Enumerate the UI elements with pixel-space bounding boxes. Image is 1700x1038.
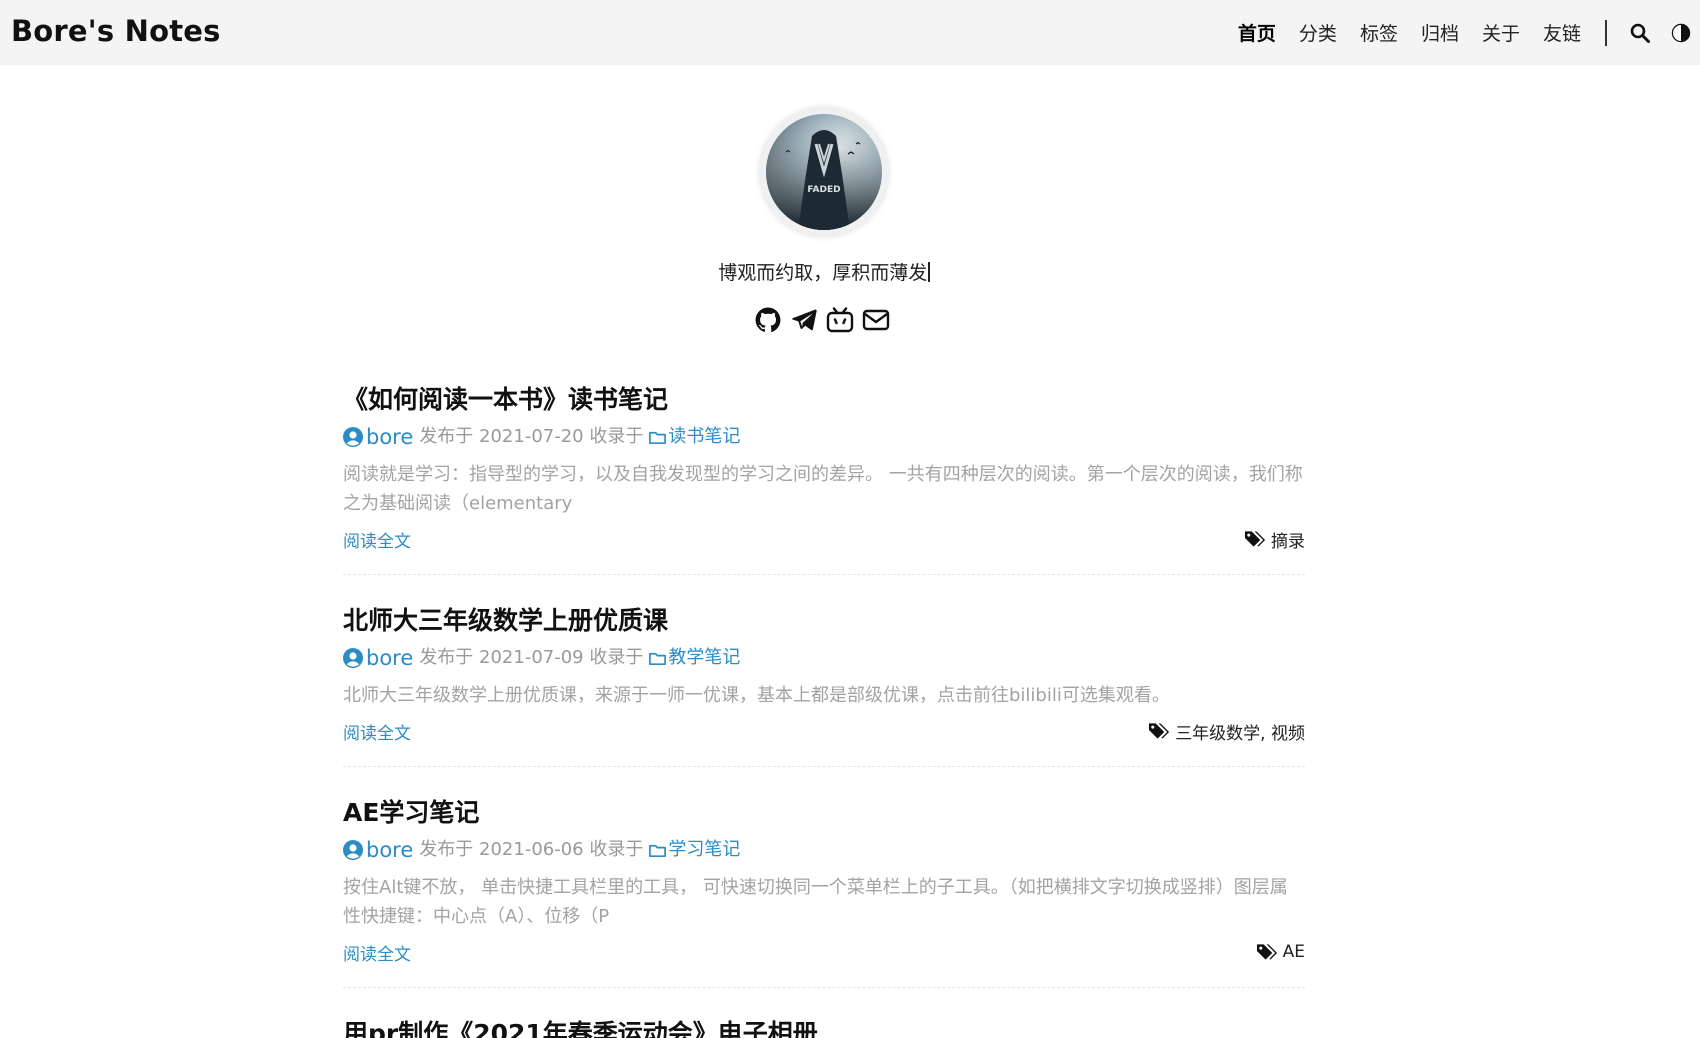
post-title[interactable]: 用pr制作《2021年春季运动会》电子相册 bbox=[343, 1016, 1305, 1038]
post-title[interactable]: 北师大三年级数学上册优质课 bbox=[343, 603, 1305, 639]
avatar-image: FADED bbox=[766, 114, 882, 230]
email-icon[interactable] bbox=[862, 306, 890, 334]
post-summary: 阅读就是学习：指导型的学习，以及自我发现型的学习之间的差异。 一共有四种层次的阅… bbox=[343, 464, 1303, 514]
post-summary: 按住Alt键不放， 单击快捷工具栏里的工具， 可快速切换同一个菜单栏上的子工具。… bbox=[343, 877, 1288, 927]
nav-home[interactable]: 首页 bbox=[1238, 19, 1276, 46]
social-links bbox=[754, 306, 890, 334]
post-author[interactable]: bore bbox=[366, 837, 413, 863]
user-circle-icon bbox=[343, 840, 363, 860]
read-more-link[interactable]: 阅读全文 bbox=[343, 940, 411, 965]
motto: 博观而约取，厚积而薄发 bbox=[0, 258, 1648, 285]
nav-categories[interactable]: 分类 bbox=[1299, 19, 1337, 46]
tags-icon bbox=[1148, 721, 1171, 741]
theme-toggle-icon[interactable] bbox=[1670, 22, 1692, 44]
post-tag[interactable]: 摘录 bbox=[1271, 527, 1305, 552]
nav-friend-links[interactable]: 友链 bbox=[1543, 19, 1581, 46]
post-date: 2021-06-06 bbox=[479, 839, 584, 860]
post-date: 2021-07-09 bbox=[479, 647, 584, 668]
post-title[interactable]: AE学习笔记 bbox=[343, 795, 1305, 831]
post-author[interactable]: bore bbox=[366, 424, 413, 450]
tags-icon bbox=[1256, 942, 1279, 962]
nav-divider bbox=[1605, 19, 1607, 46]
post-tag[interactable]: 三年级数学, 视频 bbox=[1175, 719, 1305, 744]
folder-icon bbox=[648, 649, 667, 668]
main-nav: 首页 分类 标签 归档 关于 友链 bbox=[1238, 0, 1700, 65]
bilibili-icon[interactable] bbox=[826, 306, 854, 334]
category-label: 收录于 bbox=[589, 426, 644, 447]
post-meta: bore 发布于 2021-07-20 收录于 读书笔记 bbox=[343, 424, 1305, 450]
post-meta: bore 发布于 2021-07-09 收录于 教学笔记 bbox=[343, 645, 1305, 671]
post-date: 2021-07-20 bbox=[479, 426, 584, 447]
nav-about[interactable]: 关于 bbox=[1482, 19, 1520, 46]
user-circle-icon bbox=[343, 427, 363, 447]
post-category[interactable]: 教学笔记 bbox=[668, 645, 740, 671]
published-label: 发布于 bbox=[419, 647, 474, 668]
post-card: AE学习笔记 bore 发布于 2021-06-06 收录于 学习笔记 按住Al… bbox=[343, 795, 1305, 988]
top-navbar: Bore's Notes 首页 分类 标签 归档 关于 友链 bbox=[0, 0, 1700, 65]
post-summary: 北师大三年级数学上册优质课，来源于一师一优课，基本上都是部级优课，点击前往bil… bbox=[343, 685, 1170, 706]
published-label: 发布于 bbox=[419, 426, 474, 447]
post-tag[interactable]: AE bbox=[1283, 942, 1305, 962]
post-card: 用pr制作《2021年春季运动会》电子相册 bbox=[343, 1016, 1305, 1038]
telegram-icon[interactable] bbox=[790, 306, 818, 334]
post-footer: 阅读全文 摘录 bbox=[343, 520, 1305, 558]
post-card: 《如何阅读一本书》读书笔记 bore 发布于 2021-07-20 收录于 读书… bbox=[343, 382, 1305, 575]
category-label: 收录于 bbox=[589, 839, 644, 860]
post-card: 北师大三年级数学上册优质课 bore 发布于 2021-07-09 收录于 教学… bbox=[343, 603, 1305, 767]
folder-icon bbox=[648, 841, 667, 860]
post-title[interactable]: 《如何阅读一本书》读书笔记 bbox=[343, 382, 1305, 418]
folder-icon bbox=[648, 428, 667, 447]
avatar-text: FADED bbox=[807, 185, 840, 195]
site-title[interactable]: Bore's Notes bbox=[11, 14, 221, 48]
post-list: 《如何阅读一本书》读书笔记 bore 发布于 2021-07-20 收录于 读书… bbox=[343, 382, 1305, 1038]
user-circle-icon bbox=[343, 648, 363, 668]
post-category[interactable]: 学习笔记 bbox=[668, 837, 740, 863]
nav-tags[interactable]: 标签 bbox=[1360, 19, 1398, 46]
post-meta: bore 发布于 2021-06-06 收录于 学习笔记 bbox=[343, 837, 1305, 863]
category-label: 收录于 bbox=[589, 647, 644, 668]
nav-archives[interactable]: 归档 bbox=[1421, 19, 1459, 46]
search-icon[interactable] bbox=[1629, 22, 1651, 44]
tags-icon bbox=[1244, 529, 1267, 549]
post-tags: 摘录 bbox=[1244, 527, 1305, 552]
motto-text: 博观而约取，厚积而薄发 bbox=[718, 262, 928, 284]
published-label: 发布于 bbox=[419, 839, 474, 860]
post-author[interactable]: bore bbox=[366, 645, 413, 671]
read-more-link[interactable]: 阅读全文 bbox=[343, 527, 411, 552]
post-tags: 三年级数学, 视频 bbox=[1148, 719, 1305, 744]
github-icon[interactable] bbox=[754, 306, 782, 334]
post-tags: AE bbox=[1256, 942, 1305, 962]
typing-caret bbox=[928, 262, 930, 282]
avatar: FADED bbox=[759, 107, 889, 237]
post-category[interactable]: 读书笔记 bbox=[668, 424, 740, 450]
read-more-link[interactable]: 阅读全文 bbox=[343, 719, 411, 744]
post-footer: 阅读全文 三年级数学, 视频 bbox=[343, 712, 1305, 750]
post-footer: 阅读全文 AE bbox=[343, 933, 1305, 971]
